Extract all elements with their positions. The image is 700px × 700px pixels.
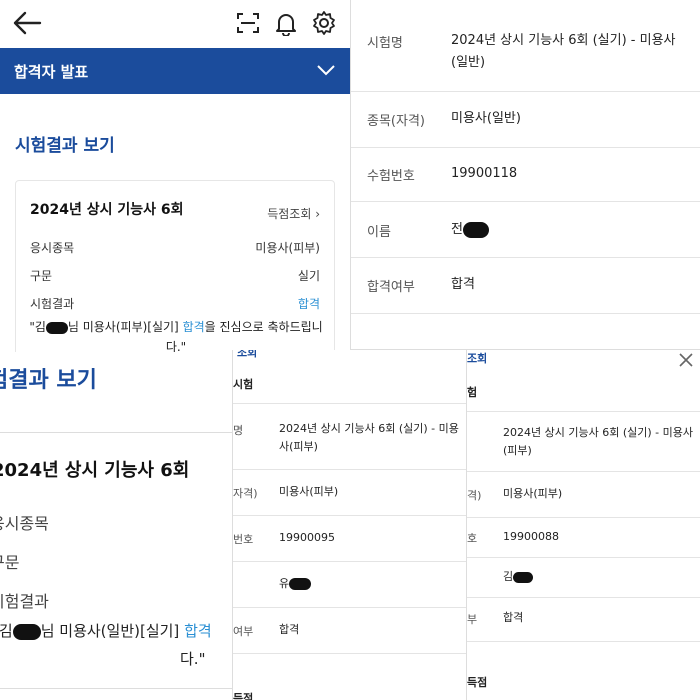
value-category: 실기 (297, 269, 320, 283)
redaction-blot (513, 571, 534, 583)
label-pass: 여부 (233, 625, 254, 638)
label-exam-number: 수험번호 (367, 169, 415, 184)
card-title: 2024년 상시 기능사 6회 (30, 202, 184, 218)
label-exam-number: 호 (467, 532, 478, 545)
label-category: 구문 (0, 553, 20, 572)
value-pass: 합격 (503, 611, 524, 624)
label-exam-type: 응시종목 (0, 514, 49, 533)
message-middle: 님 미용사(일반)[실기] (40, 622, 185, 640)
detail-screen-bottom-middle: 조회 시험 명 2024년 상시 기능사 6회 (실기) - 미용사(피부) 자… (232, 350, 466, 700)
detail-row-exam-name: 2024년 상시 기능사 6회 (실기) - 미용사(피부) (467, 412, 700, 472)
value-exam-name: 2024년 상시 기능사 6회 (실기) - 미용사(일반) (451, 33, 676, 70)
chevron-down-icon[interactable] (316, 62, 336, 78)
value-exam-name: 2024년 상시 기능사 6회 (실기) - 미용사(피부) (279, 422, 459, 453)
detail-screen-top-right: 시험명 2024년 상시 기능사 6회 (실기) - 미용사(일반) 종목(자격… (350, 0, 700, 350)
detail-screen-bottom-right: 조회 험 2024년 상시 기능사 6회 (실기) - 미용사(피부) 격) 미… (466, 350, 700, 700)
message-prefix: "김 (0, 622, 13, 640)
message-middle: 님 미용사(피부)[실기] (67, 320, 183, 334)
value-exam-number: 19900095 (279, 531, 335, 544)
label-exam-name: 시험명 (367, 36, 403, 51)
redaction-blot (462, 221, 489, 238)
label-pass: 합격여부 (367, 280, 415, 295)
result-screen-top-left: 합격자 발표 시험결과 보기 2024년 상시 기능사 6회 득점조회 › 응시… (0, 0, 350, 352)
congrats-message: "김 님 미용사(피부)[실기] 합격을 진심으로 축하드립니다." (26, 317, 326, 352)
detail-row-exam-number: 호 19900088 (467, 518, 700, 558)
value-subject: 미용사(피부) (503, 487, 563, 500)
score-fragment: 득점 (233, 692, 254, 700)
value-subject: 미용사(일반) (451, 111, 521, 126)
value-name: 김 (503, 568, 693, 586)
gear-icon[interactable] (311, 10, 337, 36)
result-screen-zoomed: 험결과 보기 2024년 상시 기능사 6회 응시종목 구문 시험결과 "김 님 … (0, 352, 232, 700)
value-exam-name: 2024년 상시 기능사 6회 (실기) - 미용사(피부) (503, 426, 693, 457)
detail-row-exam-name: 시험명 2024년 상시 기능사 6회 (실기) - 미용사(일반) (351, 0, 700, 92)
value-name: 전 (451, 219, 691, 241)
value-pass: 합격 (279, 623, 300, 636)
divider (467, 350, 700, 412)
message-end: 다." (180, 650, 206, 668)
label-subject: 종목(자격) (367, 114, 425, 129)
card-title: 2024년 상시 기능사 6회 (0, 460, 190, 481)
congrats-message: "김 님 미용사(일반)[실기] 합격 (0, 620, 212, 641)
result-card: 2024년 상시 기능사 6회 득점조회 › 응시종목 미용사(피부) 구문 실… (15, 180, 335, 352)
score-lookup-link[interactable]: 득점조회 › (267, 205, 320, 222)
value-pass: 합격 (451, 277, 475, 292)
label-exam-type: 응시종목 (30, 241, 75, 255)
redaction-blot (289, 578, 312, 590)
divider (233, 350, 466, 404)
bell-icon[interactable] (273, 10, 299, 36)
name-prefix: 전 (451, 222, 463, 237)
detail-row-name: 이름 전 (351, 202, 700, 258)
detail-row-pass: 합격여부 합격 (351, 258, 700, 314)
value-subject: 미용사(피부) (279, 485, 339, 498)
score-fragment: 득점 (467, 676, 488, 689)
label-category: 구문 (30, 269, 53, 283)
label-result: 시험결과 (0, 592, 49, 611)
label-subject: 자격) (233, 487, 258, 500)
label-subject: 격) (467, 489, 482, 502)
divider (0, 688, 232, 689)
name-prefix: 김 (503, 570, 514, 583)
detail-row-exam-name: 명 2024년 상시 기능사 6회 (실기) - 미용사(피부) (233, 404, 466, 470)
label-result: 시험결과 (30, 297, 75, 311)
section-title: 험결과 보기 (0, 368, 97, 393)
label-exam-number: 번호 (233, 533, 254, 546)
label-name: 이름 (367, 225, 391, 240)
value-name: 유 (279, 575, 465, 593)
message-prefix: "김 (29, 320, 46, 334)
message-pass: 합격 (184, 622, 212, 640)
value-exam-type: 미용사(피부) (255, 241, 320, 255)
redaction-blot (12, 623, 41, 640)
name-prefix: 유 (279, 577, 290, 590)
label-pass: 부 (467, 613, 478, 626)
top-bar (0, 0, 350, 48)
detail-row-pass: 부 합격 (467, 598, 700, 642)
label-exam-name: 명 (233, 424, 244, 437)
detail-row-subject: 자격) 미용사(피부) (233, 470, 466, 516)
banner-title: 합격자 발표 (14, 63, 89, 81)
value-result: 합격 (297, 297, 320, 311)
detail-row-subject: 종목(자격) 미용사(일반) (351, 92, 700, 148)
value-exam-number: 19900088 (503, 530, 559, 543)
detail-row-exam-number: 번호 19900095 (233, 516, 466, 562)
announcement-banner[interactable]: 합격자 발표 (0, 48, 350, 94)
back-arrow-icon[interactable] (12, 10, 42, 36)
redaction-blot (45, 321, 68, 334)
detail-row-subject: 격) 미용사(피부) (467, 472, 700, 518)
scan-icon[interactable] (235, 10, 261, 36)
detail-row-pass: 여부 합격 (233, 608, 466, 654)
section-title: 시험결과 보기 (15, 136, 115, 156)
detail-row-exam-number: 수험번호 19900118 (351, 148, 700, 202)
divider (0, 432, 232, 433)
detail-row-name: 김 (467, 558, 700, 598)
detail-row-name: 유 (233, 562, 466, 608)
message-pass: 합격 (182, 320, 205, 334)
value-exam-number: 19900118 (451, 166, 518, 181)
